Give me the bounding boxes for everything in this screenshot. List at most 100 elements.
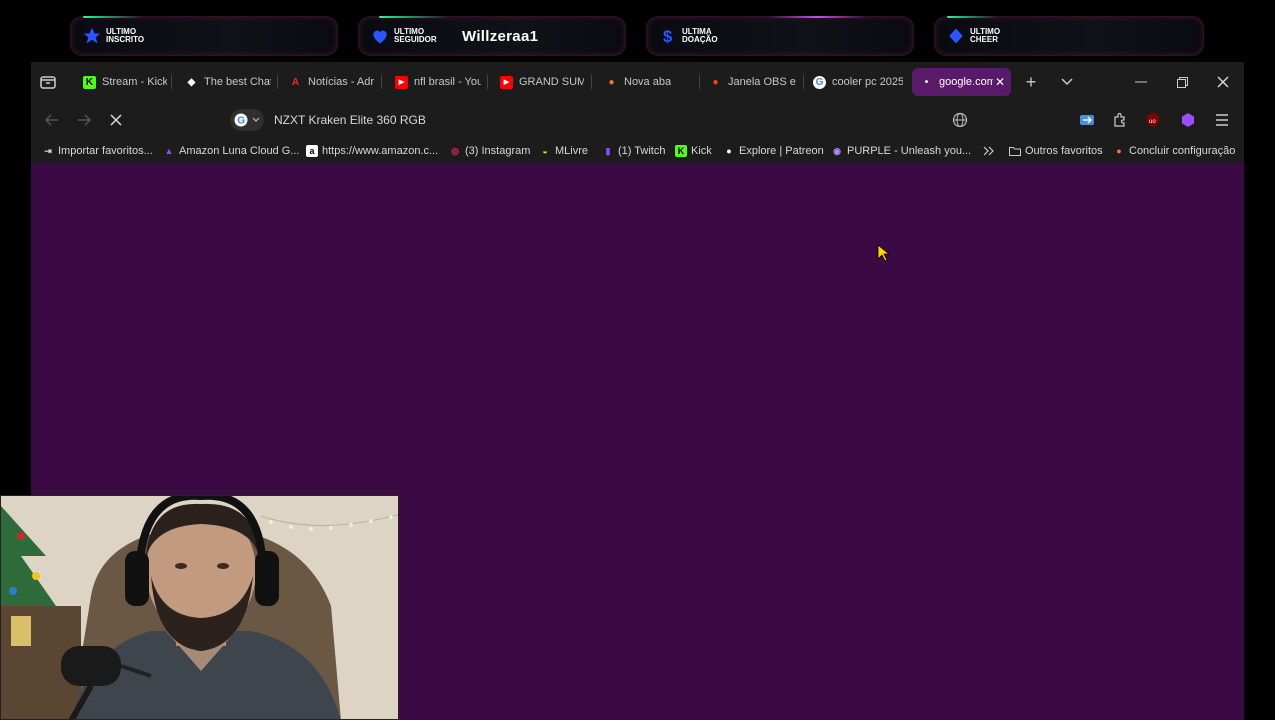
bookmark-purple[interactable]: ◉ PURPLE - Unleash you... <box>831 143 971 159</box>
tab-bar: K Stream - Kick ◆ The best Chat A Notíci… <box>31 62 1244 101</box>
bookmark-label: Concluir configuração <box>1129 145 1236 157</box>
restore-icon[interactable] <box>1171 71 1193 93</box>
loading-icon: • <box>924 76 929 88</box>
svg-text:$: $ <box>663 27 673 46</box>
new-tab-icon[interactable]: + <box>1020 71 1042 93</box>
chevron-down-icon <box>252 117 260 122</box>
bookmark-label: Outros favoritos <box>1025 145 1103 157</box>
close-tab-icon[interactable]: ✕ <box>995 75 1005 89</box>
sync-extension-icon[interactable] <box>1079 112 1095 128</box>
tab-title: nfl brasil - You <box>414 76 481 88</box>
amazon-luna-icon: ▲ <box>164 146 174 156</box>
youtube-icon: ▶ <box>500 75 513 89</box>
star-icon <box>81 25 103 47</box>
bookmark-label: Kick <box>691 145 712 157</box>
bookmark-amazon[interactable]: a https://www.amazon.c... <box>306 143 438 159</box>
stream-alerts-bar: ULTIMO INSCRITO ULTIMO SEGUIDOR Willzeraa1… <box>0 0 1275 62</box>
heart-icon <box>369 25 391 47</box>
tab-nova-aba[interactable]: ● Nova aba <box>597 68 697 96</box>
close-window-icon[interactable] <box>1212 71 1234 93</box>
alert-label: ULTIMO CHEER <box>970 27 1001 44</box>
tab-title: Nova aba <box>624 76 672 88</box>
alert-ultimo-inscrito: ULTIMO INSCRITO <box>70 16 338 56</box>
forward-arrow-icon[interactable] <box>74 110 94 130</box>
bookmark-kick[interactable]: K Kick <box>675 143 712 159</box>
bookmark-concluir[interactable]: ● Concluir configuração <box>1113 143 1235 159</box>
translate-icon[interactable] <box>952 112 968 128</box>
kick-icon: K <box>83 75 96 89</box>
adrenaline-icon: A <box>291 76 300 88</box>
tab-cooler-pc[interactable]: G cooler pc 2025 <box>805 68 903 96</box>
tab-janela-obs[interactable]: ● Janela OBS e c <box>701 68 797 96</box>
tab-overview-icon[interactable] <box>39 73 57 91</box>
mercadolivre-icon: ◒ <box>542 146 548 156</box>
back-arrow-icon[interactable] <box>42 110 62 130</box>
bookmark-amazon-luna[interactable]: ▲ Amazon Luna Cloud G... <box>163 143 300 159</box>
double-chevron-right-icon <box>983 146 994 156</box>
amazon-icon: a <box>306 145 318 157</box>
bookmark-label: Explore | Patreon <box>739 145 824 157</box>
bookmark-instagram[interactable]: ◎ (3) Instagram <box>449 143 530 159</box>
alert-value: Willzeraa1 <box>462 27 539 45</box>
bookmark-label: (3) Instagram <box>465 145 531 157</box>
bookmark-label: Importar favoritos... <box>58 145 153 157</box>
stream-frame: ULTIMO INSCRITO ULTIMO SEGUIDOR Willzeraa1… <box>0 0 1275 720</box>
tab-nfl-brasil[interactable]: ▶ nfl brasil - You <box>387 68 481 96</box>
mouse-cursor-icon <box>877 244 891 267</box>
bookmarks-bar: ⇥ Importar favoritos... ▲ Amazon Luna Cl… <box>31 139 1244 163</box>
tab-title: cooler pc 2025 <box>832 76 903 88</box>
bookmark-label: PURPLE - Unleash you... <box>847 145 972 157</box>
svg-text:G: G <box>237 116 245 127</box>
minimize-icon[interactable] <box>1130 71 1152 93</box>
kick-icon: K <box>675 145 687 157</box>
tab-title: Notícias - Adr <box>308 76 375 88</box>
address-bar[interactable]: G NZXT Kraken Elite 360 RGB <box>228 107 978 133</box>
alert-ultimo-cheer: ULTIMO CHEER <box>934 16 1204 56</box>
twitch-icon: ▮ <box>605 145 611 156</box>
alert-label: ULTIMA DOAÇÃO <box>682 27 718 44</box>
tab-noticias[interactable]: A Notícias - Adr <box>281 68 375 96</box>
search-engine-selector[interactable]: G <box>230 109 264 131</box>
reddit-icon: ● <box>712 76 719 88</box>
tab-google-active[interactable]: • google.com ✕ <box>912 68 1011 96</box>
bookmark-label: (1) Twitch <box>618 145 666 157</box>
purple-extension-icon[interactable] <box>1180 112 1196 128</box>
google-icon: G <box>234 113 248 127</box>
chevron-down-icon[interactable] <box>1056 71 1078 93</box>
svg-text:uo: uo <box>1149 119 1156 125</box>
bookmark-importar[interactable]: ⇥ Importar favoritos... <box>42 143 153 159</box>
bookmark-outros-favoritos[interactable]: Outros favoritos <box>1009 143 1103 159</box>
patreon-icon: ● <box>726 146 732 156</box>
tab-stream-kick[interactable]: K Stream - Kick <box>75 68 167 96</box>
bookmark-label: Amazon Luna Cloud G... <box>179 145 300 157</box>
youtube-icon: ▶ <box>395 75 408 89</box>
google-icon: G <box>813 75 826 89</box>
instagram-icon: ◎ <box>451 145 459 156</box>
address-bar-text: NZXT Kraken Elite 360 RGB <box>274 113 426 127</box>
bookmark-label: MLivre <box>555 145 589 157</box>
bookmark-twitch[interactable]: ▮ (1) Twitch <box>602 143 666 159</box>
folder-icon <box>1009 145 1021 157</box>
webcam-overlay <box>0 495 399 720</box>
webcam-person-image <box>1 496 398 719</box>
navigation-toolbar: G NZXT Kraken Elite 360 RGB uo <box>31 101 1244 139</box>
ublock-icon[interactable]: uo <box>1145 112 1161 128</box>
tab-title: GRAND SUMO <box>519 76 584 88</box>
diamond-icon <box>945 25 967 47</box>
purple-icon: ◉ <box>833 145 841 156</box>
bookmark-mlivre[interactable]: ◒ MLivre <box>539 143 588 159</box>
tab-title: Stream - Kick <box>102 76 167 88</box>
tab-title: The best Chat <box>204 76 271 88</box>
import-icon: ⇥ <box>44 145 52 156</box>
tab-grand-sumo[interactable]: ▶ GRAND SUMO <box>492 68 584 96</box>
extensions-icon[interactable] <box>1112 112 1128 128</box>
tab-title: Janela OBS e c <box>728 76 797 88</box>
stop-loading-icon[interactable] <box>106 110 126 130</box>
tab-title: google.com <box>939 76 993 88</box>
tab-best-chat[interactable]: ◆ The best Chat <box>177 68 271 96</box>
firefox-icon: ● <box>1116 146 1122 156</box>
dollar-icon: $ <box>657 25 679 47</box>
menu-icon[interactable] <box>1214 112 1230 128</box>
bookmark-patreon[interactable]: ● Explore | Patreon <box>723 143 824 159</box>
bookmarks-overflow-button[interactable] <box>983 143 995 159</box>
